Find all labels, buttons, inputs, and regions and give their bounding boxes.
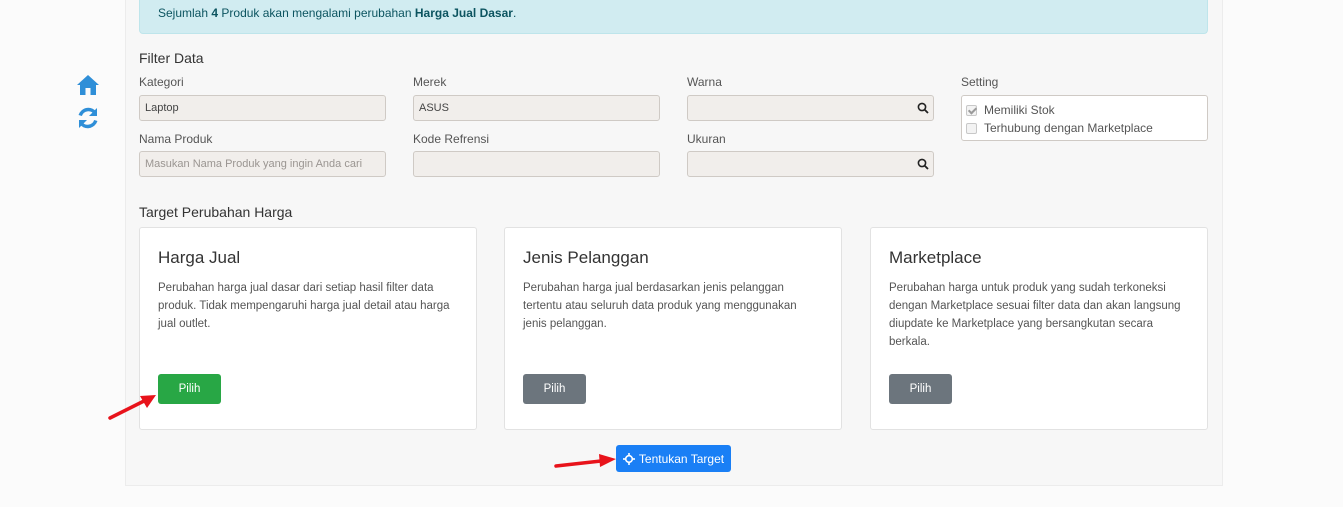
info-alert: Sejumlah 4 Produk akan mengalami perubah… [139, 0, 1208, 34]
setting-option-stok[interactable]: Memiliki Stok [966, 101, 1203, 119]
setting-option-label: Terhubung dengan Marketplace [984, 121, 1153, 135]
card-description: Perubahan harga untuk produk yang sudah … [889, 282, 1181, 348]
alert-middle: Produk akan mengalami perubahan [221, 6, 412, 20]
card-marketplace: Marketplace Perubahan harga untuk produk… [870, 227, 1208, 430]
card-title: Harga Jual [158, 248, 241, 267]
merek-value: ASUS [419, 102, 449, 114]
alert-target: Harga Jual Dasar [414, 6, 513, 20]
checkbox-marketplace[interactable] [966, 122, 977, 134]
alert-suffix: . [512, 6, 517, 20]
warna-field[interactable] [687, 95, 934, 121]
setting-label: Setting [961, 75, 999, 89]
home-icon[interactable] [76, 74, 102, 100]
setting-box: Memiliki Stok Terhubung dengan Marketpla… [961, 95, 1208, 141]
kode-refrensi-field[interactable] [413, 151, 660, 177]
search-icon[interactable] [917, 158, 929, 170]
crosshairs-icon [622, 452, 635, 465]
merek-label: Merek [413, 75, 447, 89]
filter-title: Filter Data [139, 50, 204, 66]
kategori-label: Kategori [139, 75, 184, 89]
card-title: Marketplace [889, 248, 982, 267]
checkbox-stok[interactable] [966, 104, 977, 116]
kode-refrensi-label: Kode Refrensi [413, 132, 490, 146]
tentukan-target-button[interactable]: Tentukan Target [616, 445, 731, 472]
refresh-icon[interactable] [76, 106, 102, 132]
card-description: Perubahan harga jual berdasarkan jenis p… [523, 282, 797, 330]
card-jenis-pelanggan: Jenis Pelanggan Perubahan harga jual ber… [504, 227, 842, 430]
pilih-harga-jual-button[interactable]: Pilih [158, 374, 221, 404]
ukuran-field[interactable] [687, 151, 934, 177]
annotation-arrow [554, 454, 616, 468]
pilih-jenis-pelanggan-button[interactable]: Pilih [523, 374, 586, 404]
merek-field[interactable]: ASUS [413, 95, 660, 121]
nama-produk-label: Nama Produk [139, 132, 213, 146]
ukuran-label: Ukuran [687, 132, 726, 146]
alert-count: 4 [211, 6, 219, 20]
target-title: Target Perubahan Harga [139, 204, 293, 220]
setting-option-marketplace[interactable]: Terhubung dengan Marketplace [966, 119, 1203, 137]
card-title: Jenis Pelanggan [523, 248, 649, 267]
setting-option-label: Memiliki Stok [984, 103, 1055, 117]
alert-prefix: Sejumlah [158, 6, 209, 20]
card-description: Perubahan harga jual dasar dari setiap h… [158, 282, 450, 330]
kategori-value: Laptop [145, 102, 179, 114]
side-toolbar [76, 74, 102, 138]
kategori-field[interactable]: Laptop [139, 95, 386, 121]
search-icon[interactable] [917, 102, 929, 114]
card-harga-jual: Harga Jual Perubahan harga jual dasar da… [139, 227, 477, 430]
nama-produk-input[interactable] [139, 151, 386, 177]
warna-label: Warna [687, 75, 722, 89]
tentukan-target-label: Tentukan Target [638, 451, 725, 466]
annotation-arrow [108, 395, 156, 420]
pilih-marketplace-button[interactable]: Pilih [889, 374, 952, 404]
